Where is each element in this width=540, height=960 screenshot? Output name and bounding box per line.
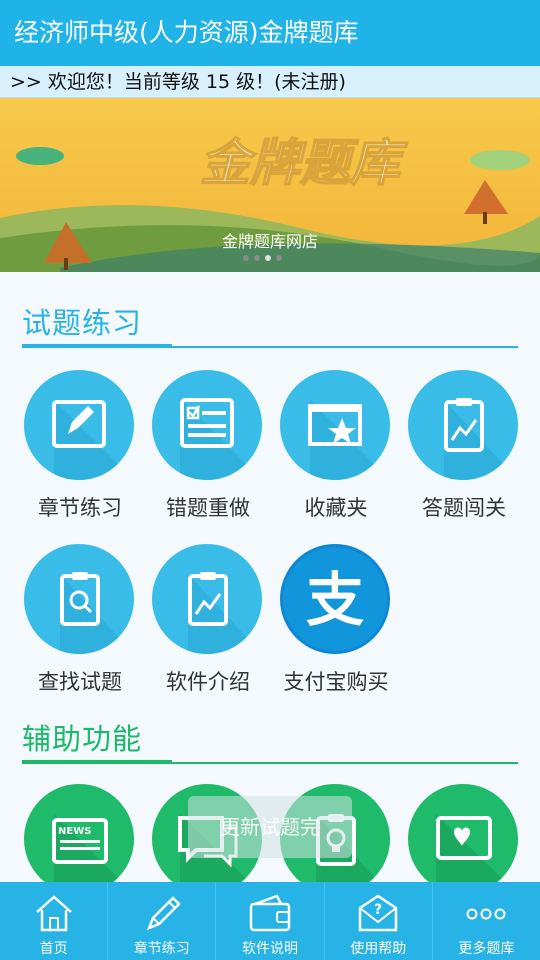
tab-chapter-practice[interactable]: 章节练习 — [108, 882, 217, 960]
tab-software-info[interactable]: 软件说明 — [216, 882, 325, 960]
chart-clipboard-icon — [408, 370, 518, 480]
tile-label: 章节练习 — [38, 496, 122, 520]
tile-news[interactable]: NEWS — [22, 784, 138, 882]
carousel-indicator — [243, 255, 282, 261]
tab-label: 软件说明 — [242, 941, 298, 957]
tile-label: 答题闯关 — [422, 496, 506, 520]
svg-text:?: ? — [374, 902, 382, 918]
tile-favorites[interactable]: 收藏夹 — [278, 370, 394, 520]
tile-search-questions[interactable]: 查找试题 — [22, 544, 138, 694]
main-content: 试题练习 章节练习 错题重做 收藏夹 答题闯关 查找试题 软件介绍 支 支付宝购… — [0, 272, 540, 882]
welcome-notice: >> 欢迎您！当前等级 15 级！(未注册) — [0, 66, 540, 98]
help-mail-icon: ? — [358, 894, 398, 932]
chart-clipboard-icon — [152, 544, 262, 654]
bottom-tab-bar: 首页 章节练习 软件说明 ? 使用帮助 更多题库 — [0, 882, 540, 960]
promo-banner[interactable]: 金牌题库 金牌题库网店 — [0, 98, 540, 272]
pencil-board-icon — [24, 370, 134, 480]
tab-label: 更多题库 — [458, 941, 515, 957]
tile-challenge[interactable]: 答题闯关 — [406, 370, 522, 520]
tile-label: 收藏夹 — [304, 496, 368, 520]
svg-text:支: 支 — [306, 566, 364, 634]
app-title: 经济师中级(人力资源)金牌题库 — [0, 0, 540, 66]
tile-label: 软件介绍 — [166, 670, 250, 694]
tile-label: 查找试题 — [38, 670, 122, 694]
section-underline — [22, 760, 172, 764]
home-icon — [35, 895, 72, 932]
tab-home[interactable]: 首页 — [0, 882, 109, 960]
wallet-icon — [249, 894, 291, 932]
tile-software-intro[interactable]: 软件介绍 — [150, 544, 266, 694]
alipay-icon: 支 — [280, 544, 390, 654]
svg-text:NEWS: NEWS — [58, 826, 91, 837]
news-icon: NEWS — [24, 784, 134, 882]
tile-icon-circle — [152, 544, 262, 654]
carousel-dot-active[interactable] — [265, 255, 271, 261]
more-dots-icon — [466, 908, 506, 920]
tile-chapter-practice[interactable]: 章节练习 — [22, 370, 138, 520]
tile-icon-circle: 支 — [280, 544, 390, 654]
section-underline — [22, 344, 172, 348]
tile-favorites-window[interactable] — [406, 784, 522, 882]
tile-alipay-purchase[interactable]: 支 支付宝购买 — [278, 544, 394, 694]
tab-more-banks[interactable]: 更多题库 — [433, 882, 540, 960]
search-clipboard-icon — [24, 544, 134, 654]
banner-logo-text: 金牌题库 — [200, 134, 408, 192]
tile-icon-circle — [408, 370, 518, 480]
tile-icon-circle — [152, 370, 262, 480]
tab-help[interactable]: ? 使用帮助 — [325, 882, 433, 960]
tile-icon-circle — [280, 370, 390, 480]
banner-caption: 金牌题库网店 — [221, 232, 318, 251]
check-form-icon — [152, 370, 262, 480]
tile-label: 错题重做 — [166, 496, 250, 520]
tab-label: 首页 — [39, 941, 68, 957]
carousel-dot[interactable] — [243, 255, 249, 261]
carousel-dot[interactable] — [254, 255, 260, 261]
update-toast: 更新试题完 — [188, 796, 352, 858]
heart-window-icon — [408, 784, 518, 882]
tile-icon-circle — [408, 784, 518, 882]
section-title-practice: 试题练习 — [22, 306, 143, 340]
tile-icon-circle: NEWS — [24, 784, 134, 882]
tile-icon-circle — [24, 370, 134, 480]
tab-label: 使用帮助 — [350, 941, 407, 957]
tile-icon-circle — [24, 544, 134, 654]
pencil-icon — [146, 896, 181, 931]
tile-label: 支付宝购买 — [283, 670, 389, 694]
star-folder-icon — [280, 370, 390, 480]
section-title-assist: 辅助功能 — [22, 722, 143, 756]
tab-label: 章节练习 — [133, 941, 190, 957]
tile-wrong-answers[interactable]: 错题重做 — [150, 370, 266, 520]
carousel-dot[interactable] — [276, 255, 282, 261]
